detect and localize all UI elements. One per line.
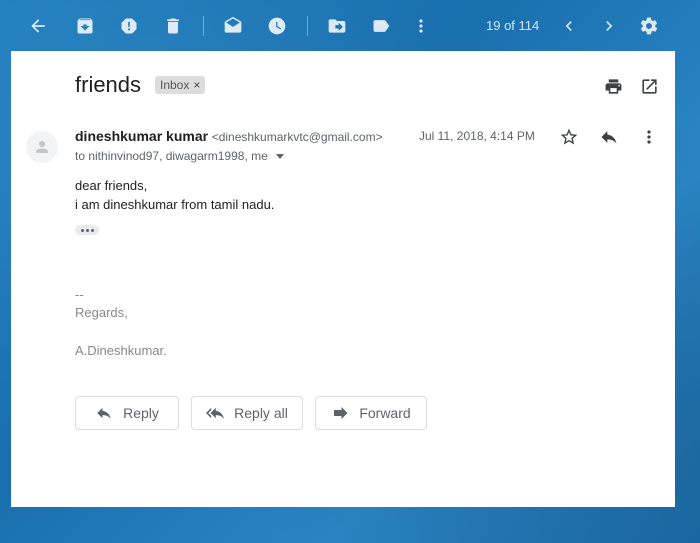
signature-name: A.Dineshkumar. xyxy=(75,343,167,358)
label-icon[interactable] xyxy=(369,14,393,38)
remove-label-icon[interactable]: × xyxy=(193,78,200,92)
label-chip-text: Inbox xyxy=(160,78,190,92)
dot-icon xyxy=(85,228,89,232)
reply-icon xyxy=(97,407,111,419)
reply-all-icon xyxy=(206,407,225,419)
star-icon[interactable] xyxy=(558,126,580,148)
page-count: 19 of 114 xyxy=(486,18,540,33)
top-toolbar: 19 of 114 xyxy=(0,0,700,52)
clock-icon[interactable] xyxy=(265,14,289,38)
signature-regards: Regards, xyxy=(75,305,128,320)
reply-button-label: Reply xyxy=(123,405,159,421)
sender-line: dineshkumar kumar <dineshkumarkvtc@gmail… xyxy=(75,128,383,144)
archive-icon[interactable] xyxy=(73,14,97,38)
arrow-back-icon[interactable] xyxy=(26,14,50,38)
toolbar-divider xyxy=(203,16,204,36)
body-line: dear friends, xyxy=(75,178,148,193)
gear-icon[interactable] xyxy=(637,14,661,38)
more-vert-icon[interactable] xyxy=(409,14,433,38)
print-icon[interactable] xyxy=(602,75,624,97)
trash-icon[interactable] xyxy=(161,14,185,38)
recipients-text: to nithinvinod97, diwagarm1998, me xyxy=(75,149,268,163)
avatar[interactable] xyxy=(26,131,58,163)
email-date: Jul 11, 2018, 4:14 PM xyxy=(419,129,535,143)
body-line: i am dineshkumar from tamil nadu. xyxy=(75,197,275,212)
forward-icon xyxy=(334,407,348,419)
dot-icon xyxy=(80,228,84,232)
chevron-left-icon[interactable] xyxy=(557,14,581,38)
forward-button-label: Forward xyxy=(359,405,411,421)
reply-button[interactable]: Reply xyxy=(75,396,179,430)
dot-icon xyxy=(90,228,94,232)
show-details-caret-icon[interactable] xyxy=(275,153,284,159)
recipients-line: to nithinvinod97, diwagarm1998, me xyxy=(75,149,284,163)
signature-separator: -- xyxy=(75,287,84,302)
more-vert-icon[interactable] xyxy=(638,126,660,148)
show-trimmed-content-button[interactable] xyxy=(75,225,99,235)
chevron-right-icon[interactable] xyxy=(597,14,621,38)
sender-email: <dineshkumarkvtc@gmail.com> xyxy=(211,130,383,144)
person-icon xyxy=(36,141,48,153)
forward-button[interactable]: Forward xyxy=(315,396,427,430)
email-body: dear friends, i am dineshkumar from tami… xyxy=(75,176,274,214)
report-spam-icon[interactable] xyxy=(117,14,141,38)
email-subject: friends xyxy=(75,72,142,97)
mark-unread-icon[interactable] xyxy=(221,14,245,38)
toolbar-divider xyxy=(307,16,308,36)
reply-icon[interactable] xyxy=(598,126,620,148)
open-in-new-window-icon[interactable] xyxy=(638,75,660,97)
reply-all-button-label: Reply all xyxy=(234,405,288,421)
sender-name[interactable]: dineshkumar kumar xyxy=(75,128,208,144)
reply-all-button[interactable]: Reply all xyxy=(191,396,303,430)
move-to-folder-icon[interactable] xyxy=(325,14,349,38)
label-chip-inbox[interactable]: Inbox × xyxy=(155,76,206,94)
email-card: friends Inbox × dineshkumar kumar <dines… xyxy=(11,51,675,507)
